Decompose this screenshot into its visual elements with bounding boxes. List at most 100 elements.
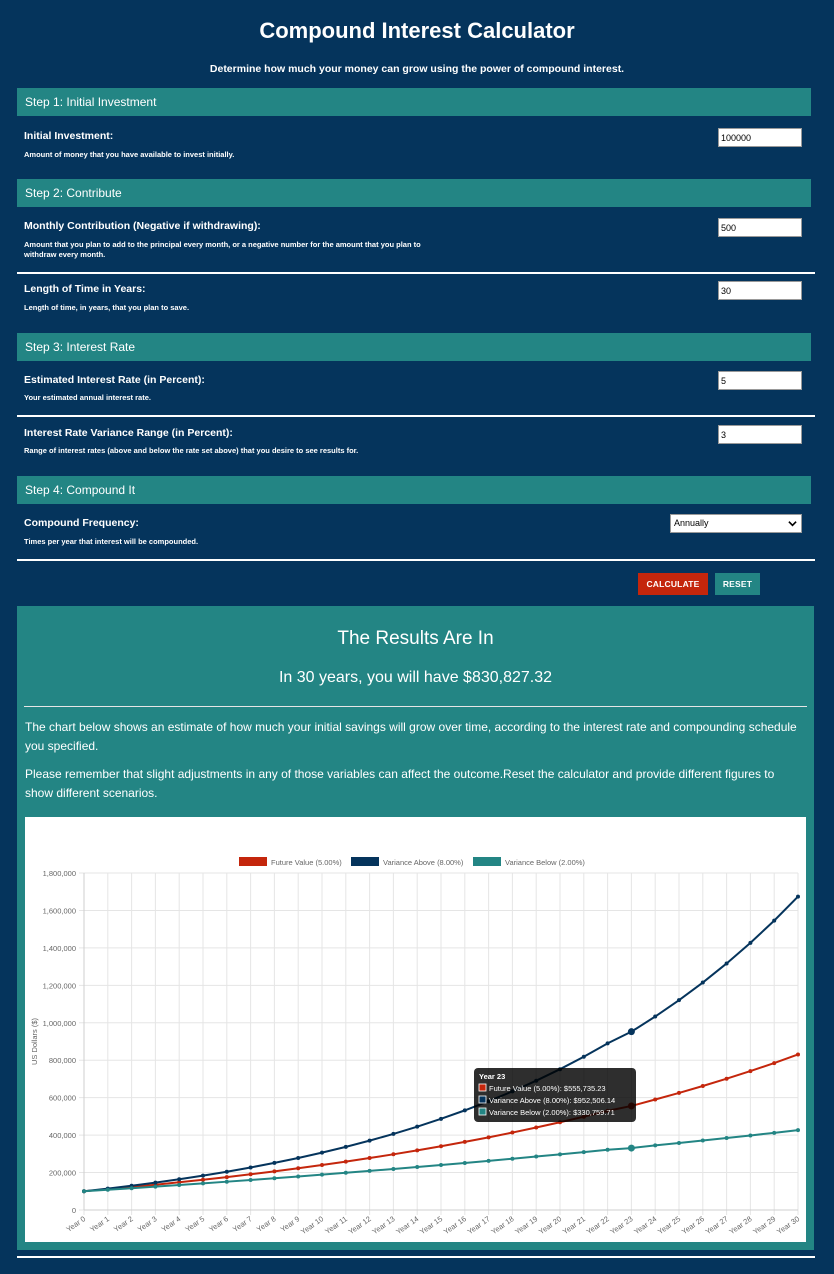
y-tick-label: 1,800,000	[43, 869, 76, 878]
x-tick-label: Year 28	[727, 1214, 753, 1236]
x-tick-label: Year 24	[632, 1214, 658, 1236]
divider	[17, 272, 815, 274]
data-point	[320, 1150, 324, 1155]
data-point	[748, 940, 753, 945]
interest-rate-label: Estimated Interest Rate (in Percent):	[24, 374, 205, 386]
data-point	[439, 1162, 443, 1167]
legend-swatch	[473, 857, 501, 866]
y-tick-label: 1,600,000	[43, 906, 76, 915]
page-title: Compound Interest Calculator	[259, 18, 575, 43]
data-point	[343, 1170, 348, 1175]
data-point	[367, 1168, 372, 1173]
interest-rate-input[interactable]	[718, 371, 802, 390]
data-point	[367, 1138, 372, 1143]
data-point	[510, 1130, 515, 1135]
y-tick-label: 1,000,000	[43, 1019, 76, 1028]
initial-investment-desc: Amount of money that you have available …	[24, 150, 235, 159]
y-tick-label: 1,200,000	[43, 981, 76, 990]
data-point	[581, 1054, 586, 1059]
data-point	[558, 1152, 562, 1157]
results-title: The Results Are In	[337, 628, 494, 649]
results-paragraph-1: The chart below shows an estimate of how…	[25, 720, 797, 753]
data-point	[653, 1014, 658, 1019]
calculate-button[interactable]: CALCULATE	[638, 573, 708, 595]
compound-frequency-value: Annually	[674, 518, 709, 528]
legend-label: Variance Above (8.00%)	[383, 858, 464, 867]
monthly-contribution-input[interactable]	[718, 218, 802, 237]
variance-label: Interest Rate Variance Range (in Percent…	[24, 427, 233, 439]
data-point	[177, 1183, 182, 1188]
data-point	[748, 1069, 753, 1074]
data-point	[510, 1156, 515, 1161]
tooltip-line: Variance Below (2.00%): $330,759.71	[489, 1108, 615, 1117]
tooltip-line: Variance Above (8.00%): $952,506.14	[489, 1096, 615, 1105]
data-point	[486, 1158, 491, 1163]
data-point	[296, 1166, 301, 1171]
compound-frequency-select[interactable]: Annually	[670, 514, 802, 533]
data-point	[343, 1144, 348, 1149]
reset-button[interactable]: RESET	[715, 573, 760, 595]
tooltip-swatch	[478, 1083, 487, 1092]
variance-desc: Range of interest rates (above and below…	[24, 446, 359, 455]
initial-investment-label: Initial Investment:	[24, 130, 114, 142]
data-point	[605, 1147, 610, 1152]
x-tick-label: Year 8	[255, 1214, 278, 1234]
results-panel: The Results Are In In 30 years, you will…	[17, 606, 814, 1250]
x-tick-label: Year 11	[323, 1214, 349, 1236]
data-point	[224, 1175, 229, 1180]
page-subtitle: Determine how much your money can grow u…	[209, 63, 625, 75]
x-tick-label: Year 27	[704, 1214, 730, 1236]
data-point	[391, 1152, 396, 1157]
interest-rate-desc: Your estimated annual interest rate.	[24, 393, 151, 402]
data-point	[415, 1148, 420, 1153]
variance-input[interactable]	[718, 425, 802, 444]
chart-container: 0 200,000 400,000 600,000 800,000 1,000,000 1,…	[25, 817, 806, 1242]
data-point	[272, 1176, 277, 1181]
y-tick-label: 200,000	[49, 1169, 76, 1178]
monthly-contribution-desc: Amount that you plan to add to the princ…	[24, 240, 421, 259]
x-tick-label: Year 18	[489, 1214, 515, 1236]
x-tick-label: Year 25	[656, 1214, 682, 1236]
x-tick-label: Year 12	[347, 1214, 373, 1236]
data-point	[700, 980, 705, 985]
data-point	[415, 1164, 420, 1169]
years-desc: Length of time, in years, that you plan …	[24, 303, 190, 312]
data-point	[224, 1169, 229, 1174]
years-label: Length of Time in Years:	[24, 283, 146, 295]
y-axis-label: US Dollars ($)	[30, 1017, 39, 1065]
data-point	[627, 1144, 635, 1152]
data-point	[581, 1150, 586, 1155]
data-point	[677, 998, 681, 1003]
legend-label: Variance Below (2.00%)	[505, 858, 585, 867]
legend-swatch	[351, 857, 379, 866]
data-point	[272, 1169, 277, 1174]
step-2-header: Step 2: Contribute	[17, 179, 811, 207]
data-point	[796, 1052, 800, 1057]
data-point	[627, 1028, 635, 1036]
data-point	[439, 1116, 443, 1121]
y-tick-label: 800,000	[49, 1056, 76, 1065]
x-tick-label: Year 16	[442, 1214, 468, 1236]
x-tick-label: Year 22	[585, 1214, 611, 1236]
data-point	[677, 1090, 681, 1095]
data-point	[653, 1097, 658, 1102]
data-point	[439, 1144, 443, 1149]
data-point	[653, 1143, 658, 1148]
data-point	[724, 1136, 729, 1141]
y-tick-label: 0	[72, 1206, 76, 1215]
data-point	[677, 1140, 681, 1145]
tooltip-title: Year 23	[479, 1072, 505, 1081]
x-tick-label: Year 29	[751, 1214, 777, 1236]
initial-investment-input[interactable]	[718, 128, 802, 147]
data-point	[724, 961, 729, 966]
data-point	[224, 1179, 229, 1184]
years-input[interactable]	[718, 281, 802, 300]
data-point	[724, 1076, 729, 1081]
results-summary: In 30 years, you will have $830,827.32	[278, 669, 553, 686]
x-tick-label: Year 13	[370, 1214, 396, 1236]
data-point	[177, 1177, 182, 1182]
results-divider	[24, 706, 807, 707]
data-point	[82, 1189, 86, 1194]
legend-swatch	[239, 857, 267, 866]
compound-frequency-label: Compound Frequency:	[24, 517, 139, 529]
